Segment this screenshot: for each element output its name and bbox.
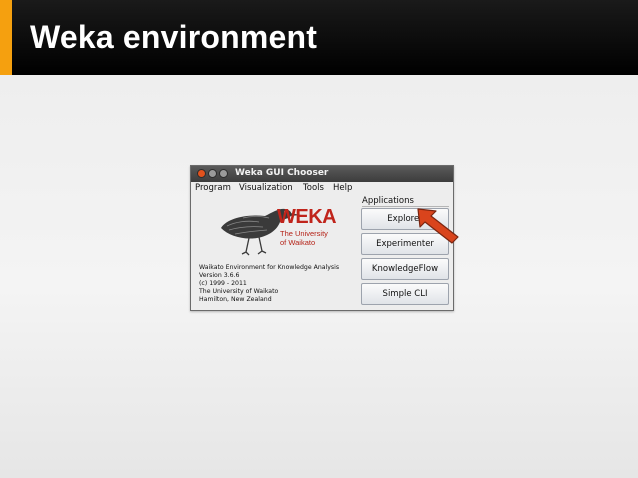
menubar: Program Visualization Tools Help [191,182,453,195]
knowledgeflow-button[interactable]: KnowledgeFlow [361,258,449,280]
applications-label: Applications [362,196,414,206]
menu-program[interactable]: Program [195,183,231,193]
info-line: The University of Waikato [199,288,279,295]
minimize-icon[interactable] [208,169,217,178]
university-line-1: The University [280,229,328,238]
slide-title: Weka environment [30,19,318,55]
window-title: Weka GUI Chooser [235,168,329,178]
weka-wordmark: WEKA [277,206,337,228]
menu-help[interactable]: Help [333,183,352,193]
simple-cli-button[interactable]: Simple CLI [361,283,449,305]
info-line: Waikato Environment for Knowledge Analys… [199,264,340,271]
info-line: (c) 1999 - 2011 [199,280,247,287]
info-line: Version 3.6.6 [199,272,240,279]
arrow-pointer-icon [417,208,459,244]
close-icon[interactable] [197,169,206,178]
menu-visualization[interactable]: Visualization [239,183,293,193]
menu-tools[interactable]: Tools [303,183,324,193]
info-line: Hamilton, New Zealand [199,296,272,303]
university-line-2: of Waikato [280,238,316,247]
slide-title-bar: Weka environment [0,0,638,75]
accent-strip [0,0,12,75]
window-titlebar: Weka GUI Chooser [191,166,453,182]
maximize-icon[interactable] [219,169,228,178]
